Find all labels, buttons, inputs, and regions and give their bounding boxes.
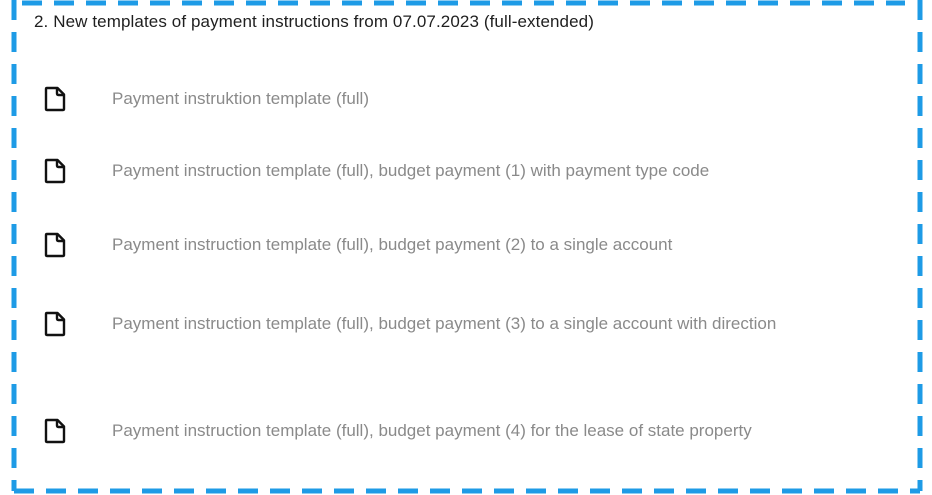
list-item-template-budget-4[interactable]: Payment instruction template (full), bud… xyxy=(44,416,914,446)
list-item-label: Payment instruction template (full), bud… xyxy=(112,235,673,254)
list-item-template-budget-2[interactable]: Payment instruction template (full), bud… xyxy=(44,230,914,260)
list-item-template-full[interactable]: Payment instruktion template (full) xyxy=(44,84,914,114)
template-list: Payment instruktion template (full) Paym… xyxy=(0,0,932,495)
list-item-label: Payment instruction template (full), bud… xyxy=(112,421,752,440)
document-icon xyxy=(44,311,66,337)
document-icon xyxy=(44,86,66,112)
list-item-label: Payment instruktion template (full) xyxy=(112,89,369,108)
document-icon xyxy=(44,418,66,444)
list-item-label: Payment instruction template (full), bud… xyxy=(112,161,710,180)
list-item-template-budget-3[interactable]: Payment instruction template (full), bud… xyxy=(44,309,914,339)
list-item-template-budget-1[interactable]: Payment instruction template (full), bud… xyxy=(44,156,914,186)
document-icon xyxy=(44,158,66,184)
list-item-label: Payment instruction template (full), bud… xyxy=(112,314,777,333)
document-icon xyxy=(44,232,66,258)
